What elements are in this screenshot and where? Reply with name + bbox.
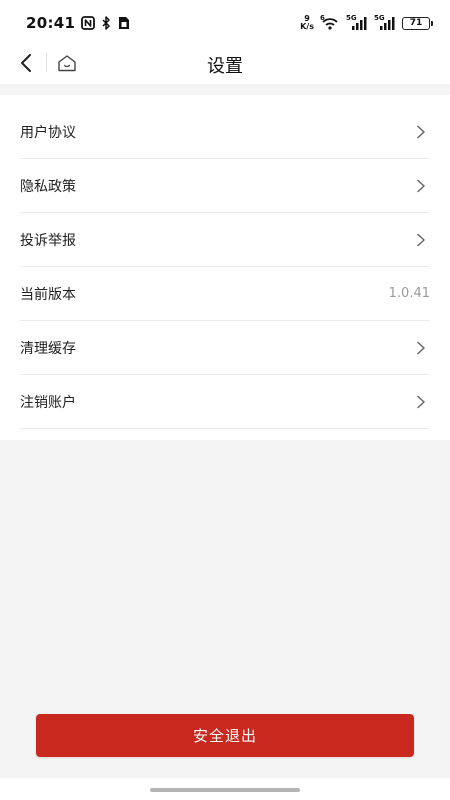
settings-item-label: 当前版本 <box>20 286 76 303</box>
status-bar: 20:41 9 K/s 6 5G 5G 71 <box>0 0 450 46</box>
settings-item-label: 用户协议 <box>20 124 76 141</box>
home-indicator[interactable] <box>150 788 300 792</box>
settings-item-label: 注销账户 <box>20 394 76 411</box>
settings-item-complaint-report[interactable]: 投诉举报 <box>20 213 430 267</box>
version-value: 1.0.41 <box>388 286 430 301</box>
page-title: 设置 <box>207 56 243 77</box>
chevron-right-icon <box>414 233 428 247</box>
logout-button[interactable]: 安全退出 <box>36 714 414 757</box>
signal-sim1-icon: 5G <box>346 14 368 30</box>
settings-item-label: 投诉举报 <box>20 232 76 249</box>
chevron-right-icon <box>414 395 428 409</box>
settings-item-label: 隐私政策 <box>20 178 76 195</box>
status-time: 20:41 <box>26 14 76 32</box>
settings-item-current-version: 当前版本 1.0.41 <box>20 267 430 321</box>
signal-sim2-label: 5G <box>374 14 385 22</box>
chevron-right-icon <box>414 341 428 355</box>
settings-list: 用户协议 隐私政策 投诉举报 当前版本 1.0.41 清理缓存 注销账户 <box>0 95 450 440</box>
chevron-right-icon <box>414 179 428 193</box>
battery-level: 71 <box>409 18 423 28</box>
status-right: 9 K/s 6 5G 5G 71 <box>300 14 433 31</box>
settings-item-label: 清理缓存 <box>20 340 76 357</box>
wifi-label: 6 <box>320 14 325 22</box>
bluetooth-icon <box>101 16 112 30</box>
sim-card-icon <box>118 16 130 30</box>
nav-bar: 设置 <box>0 46 450 84</box>
settings-item-privacy-policy[interactable]: 隐私政策 <box>20 159 430 213</box>
signal-sim1-label: 5G <box>346 14 357 22</box>
network-speed-unit: K/s <box>300 22 314 31</box>
settings-item-clear-cache[interactable]: 清理缓存 <box>20 321 430 375</box>
nfc-icon <box>81 16 96 30</box>
status-left: 20:41 <box>26 14 130 32</box>
settings-item-user-agreement[interactable]: 用户协议 <box>20 105 430 159</box>
wifi-icon: 6 <box>320 14 340 30</box>
chevron-right-icon <box>414 125 428 139</box>
battery-icon: 71 <box>402 16 433 30</box>
settings-item-delete-account[interactable]: 注销账户 <box>20 375 430 429</box>
network-speed: 9 K/s <box>300 15 314 31</box>
signal-sim2-icon: 5G <box>374 14 396 30</box>
